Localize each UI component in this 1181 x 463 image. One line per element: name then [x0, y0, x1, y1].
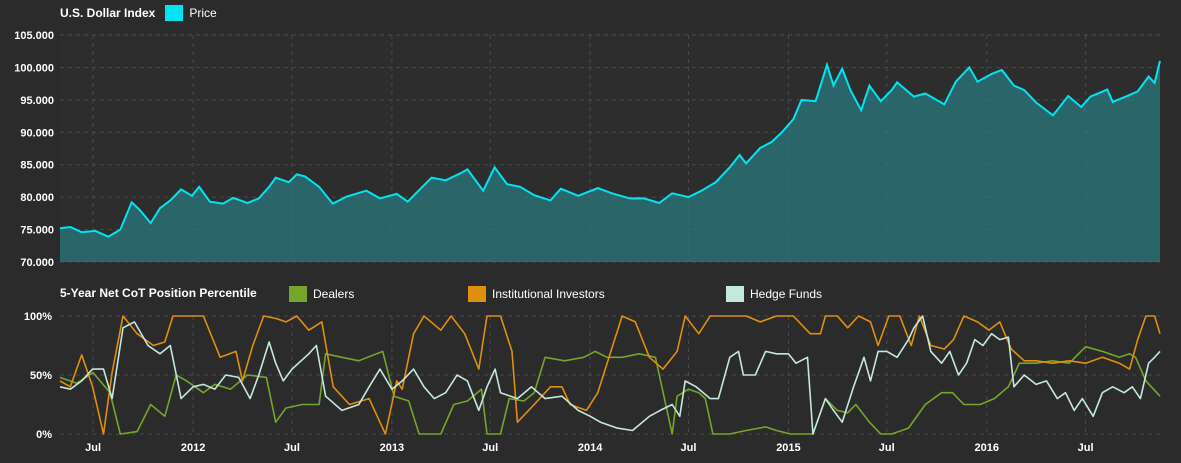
cot-legend-title-wrap: 5-Year Net CoT Position Percentile	[60, 286, 267, 300]
legend-institutional[interactable]: Institutional Investors	[468, 286, 605, 302]
legend-dealers-label: Dealers	[313, 287, 355, 301]
x-tick-label: Jul	[681, 442, 697, 454]
legend-hedge-funds[interactable]: Hedge Funds	[726, 286, 822, 302]
x-tick-label: Jul	[284, 442, 300, 454]
x-tick-label: Jul	[879, 442, 895, 454]
hedge-funds-series-line	[59, 315, 1161, 435]
cot-chart-title: 5-Year Net CoT Position Percentile	[60, 286, 257, 300]
legend-dealers[interactable]: Dealers	[289, 286, 354, 302]
price-y-tick-label: 85.000	[20, 160, 54, 172]
price-legend: U.S. Dollar Index Price	[60, 5, 217, 21]
x-tick-label: Jul	[482, 442, 498, 454]
price-y-tick-label: 90.000	[20, 127, 54, 139]
legend-price[interactable]: Price	[165, 5, 217, 21]
x-tick-label: Jul	[85, 442, 101, 454]
institutional-swatch	[468, 286, 486, 302]
price-y-tick-label: 70.000	[20, 257, 54, 269]
x-tick-label: 2015	[776, 442, 800, 454]
price-y-tick-label: 80.000	[20, 192, 54, 204]
legend-hedge-funds-label: Hedge Funds	[750, 287, 823, 301]
legend-price-label: Price	[189, 6, 217, 20]
chart-svg: 105.000 100.000 95.000 90.000 85.000 80.000 75…	[14, 30, 1161, 454]
x-tick-label: 2012	[181, 442, 205, 454]
cot-y-tick-label: 100%	[24, 311, 52, 323]
dealers-series-line	[59, 345, 1161, 435]
cot-y-tick-label: 50%	[30, 370, 52, 382]
price-swatch	[165, 5, 184, 21]
x-tick-label: Jul	[1078, 442, 1094, 454]
price-chart-title: U.S. Dollar Index	[60, 6, 156, 20]
price-y-tick-label: 100.000	[14, 62, 54, 74]
price-y-tick-label: 95.000	[20, 95, 54, 107]
cot-y-tick-label: 0%	[36, 429, 52, 441]
x-tick-label: 2016	[974, 442, 998, 454]
hedge-funds-swatch	[726, 286, 744, 302]
x-tick-label: 2013	[380, 442, 404, 454]
dealers-swatch	[289, 286, 307, 302]
x-tick-label: 2014	[578, 442, 603, 454]
price-y-tick-label: 75.000	[20, 225, 54, 237]
legend-institutional-label: Institutional Investors	[492, 287, 605, 301]
price-y-tick-label: 105.000	[14, 30, 54, 42]
